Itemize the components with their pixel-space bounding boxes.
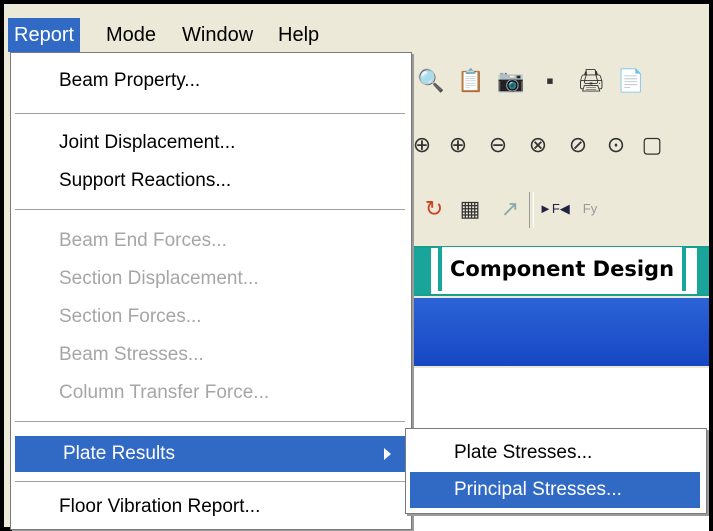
zoom-fit-icon[interactable]: ⊙ xyxy=(603,132,629,158)
menu-mode[interactable]: Mode xyxy=(100,18,162,52)
snap-icon[interactable]: ↗ xyxy=(497,196,523,222)
toolbar-structure: ↻ ▦ ↗ ►F◀ Fy xyxy=(405,182,709,238)
title-bar xyxy=(405,298,709,366)
rotate-icon[interactable]: ↻ xyxy=(421,196,447,222)
plate-results-submenu: Plate Stresses... Principal Stresses... xyxy=(405,428,707,514)
zoom-in-icon[interactable]: ⊕ xyxy=(445,132,471,158)
camera-icon[interactable]: 📷 xyxy=(497,68,524,94)
submenu-item-principal-stresses[interactable]: Principal Stresses... xyxy=(410,472,700,508)
clipboard-icon[interactable]: 📋 xyxy=(457,68,484,94)
tab-component-design[interactable]: Component Design xyxy=(438,247,687,291)
menu-item-beam-stresses[interactable]: Beam Stresses... xyxy=(11,337,409,373)
menu-help[interactable]: Help xyxy=(272,18,325,52)
zoom-icon[interactable]: ⊕ xyxy=(409,132,435,158)
page-icon[interactable]: 📄 xyxy=(617,68,644,94)
print-icon[interactable]: 🖨 xyxy=(577,68,605,94)
menu-separator xyxy=(15,421,405,422)
window-frame-left xyxy=(0,0,4,531)
force-fy-icon[interactable]: Fy xyxy=(577,196,603,222)
grid-icon[interactable]: ▦ xyxy=(457,196,483,222)
export-icon[interactable]: ▪ xyxy=(537,68,563,94)
menu-separator xyxy=(15,209,405,210)
menu-report[interactable]: Report xyxy=(8,18,81,52)
report-menu-dropdown: Beam Property... Joint Displacement... S… xyxy=(10,52,412,530)
force-fx-icon[interactable]: ►F◀ xyxy=(539,196,570,222)
menu-bar: Report Mode Window Help xyxy=(4,4,709,54)
window-frame-right xyxy=(709,0,713,531)
menu-item-plate-results[interactable]: Plate Results xyxy=(15,436,405,472)
menu-item-support-reactions[interactable]: Support Reactions... xyxy=(11,163,409,199)
submenu-arrow-icon xyxy=(384,448,391,460)
toolbar-zoom: ⊕ ⊕ ⊖ ⊗ ⊘ ⊙ ▢ xyxy=(405,118,709,174)
menu-item-plate-results-label: Plate Results xyxy=(63,443,175,464)
zoom-dynamic-icon[interactable]: ⊘ xyxy=(565,132,591,158)
menu-window[interactable]: Window xyxy=(176,18,259,52)
menu-item-joint-displacement[interactable]: Joint Displacement... xyxy=(11,125,409,161)
print-preview-icon[interactable]: 🔍 xyxy=(417,68,444,94)
pan-icon[interactable]: ▢ xyxy=(639,132,665,158)
menu-separator xyxy=(15,481,405,482)
menu-separator xyxy=(15,113,405,114)
tab-accent xyxy=(697,248,709,294)
menu-item-column-transfer-force[interactable]: Column Transfer Force... xyxy=(11,375,409,411)
menu-item-floor-vibration-report[interactable]: Floor Vibration Report... xyxy=(11,489,409,525)
toolbar-separator xyxy=(529,192,534,228)
menu-item-beam-property[interactable]: Beam Property... xyxy=(11,63,409,99)
toolbar-file: 🔍 📋 📷 ▪ 🖨 📄 xyxy=(405,54,709,110)
menu-item-beam-end-forces[interactable]: Beam End Forces... xyxy=(11,223,409,259)
submenu-item-plate-stresses[interactable]: Plate Stresses... xyxy=(410,435,700,471)
menu-item-section-displacement[interactable]: Section Displacement... xyxy=(11,261,409,297)
menu-item-section-forces[interactable]: Section Forces... xyxy=(11,299,409,335)
zoom-window-icon[interactable]: ⊗ xyxy=(525,132,551,158)
zoom-out-icon[interactable]: ⊖ xyxy=(485,132,511,158)
